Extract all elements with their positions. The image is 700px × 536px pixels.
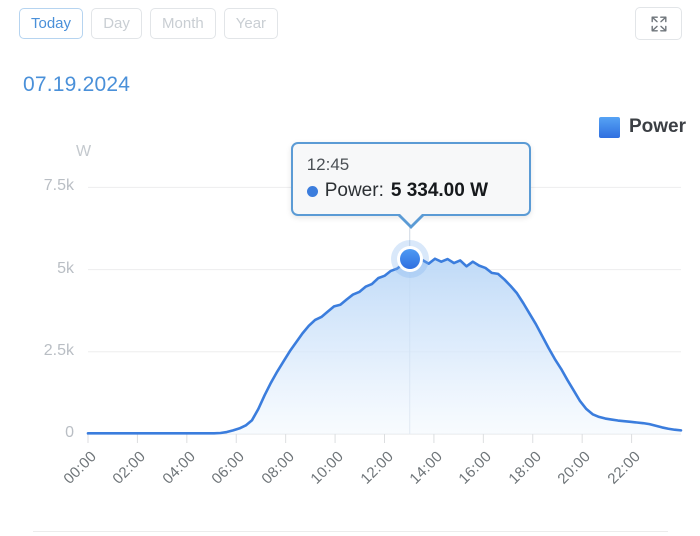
x-axis-tick-8: 16:00 bbox=[455, 448, 496, 488]
x-axis-tick-4: 08:00 bbox=[258, 448, 298, 488]
legend-color-swatch-icon bbox=[598, 116, 620, 138]
y-axis-tick-2: 5k bbox=[57, 259, 74, 277]
chart-date-label: 07.19.2024 bbox=[23, 73, 131, 96]
range-button-day[interactable]: Day bbox=[91, 8, 143, 39]
x-axis-tick-1: 02:00 bbox=[109, 448, 150, 488]
fullscreen-button[interactable] bbox=[635, 7, 682, 40]
range-button-month[interactable]: Month bbox=[150, 8, 216, 39]
x-axis-tick-9: 18:00 bbox=[505, 448, 545, 488]
tooltip-series-row: Power: 5 334.00 W bbox=[306, 180, 515, 202]
bottom-divider bbox=[33, 531, 668, 532]
tooltip-arrow-inner-icon bbox=[398, 213, 423, 225]
tooltip-series-value: 5 334.00 W bbox=[390, 180, 489, 201]
range-button-year[interactable]: Year bbox=[223, 8, 279, 39]
y-axis-unit-label: W bbox=[76, 143, 92, 160]
tooltip-series-label: Power: bbox=[324, 180, 384, 201]
x-axis-tick-0: 00:00 bbox=[60, 448, 101, 488]
x-axis-tick-5: 10:00 bbox=[307, 448, 348, 488]
legend-label-power: Power bbox=[628, 116, 686, 137]
y-axis-tick-0: 0 bbox=[65, 424, 74, 441]
x-axis-tick-6: 12:00 bbox=[356, 448, 397, 488]
chart-toolbar: Today Day Month Year bbox=[0, 0, 700, 56]
chart-legend[interactable]: Power bbox=[598, 116, 686, 138]
tooltip-time-label: 12:45 bbox=[306, 155, 350, 174]
y-axis-tick-3: 7.5k bbox=[43, 177, 74, 195]
tooltip-series-dot-icon bbox=[306, 185, 318, 197]
y-axis-tick-1: 2.5k bbox=[43, 341, 74, 359]
range-button-today[interactable]: Today bbox=[19, 8, 84, 39]
active-point-dot-icon bbox=[399, 248, 420, 269]
chart-tooltip: 12:45 Power: 5 334.00 W bbox=[290, 142, 531, 229]
x-axis-tick-11: 22:00 bbox=[603, 448, 644, 488]
x-axis-tick-2: 04:00 bbox=[159, 448, 199, 488]
x-axis-tick-3: 06:00 bbox=[208, 448, 249, 488]
fullscreen-expand-icon bbox=[648, 14, 670, 34]
x-axis-tick-10: 20:00 bbox=[554, 448, 595, 488]
x-axis-tick-7: 14:00 bbox=[406, 448, 446, 488]
range-button-group: Today Day Month Year bbox=[19, 8, 279, 39]
